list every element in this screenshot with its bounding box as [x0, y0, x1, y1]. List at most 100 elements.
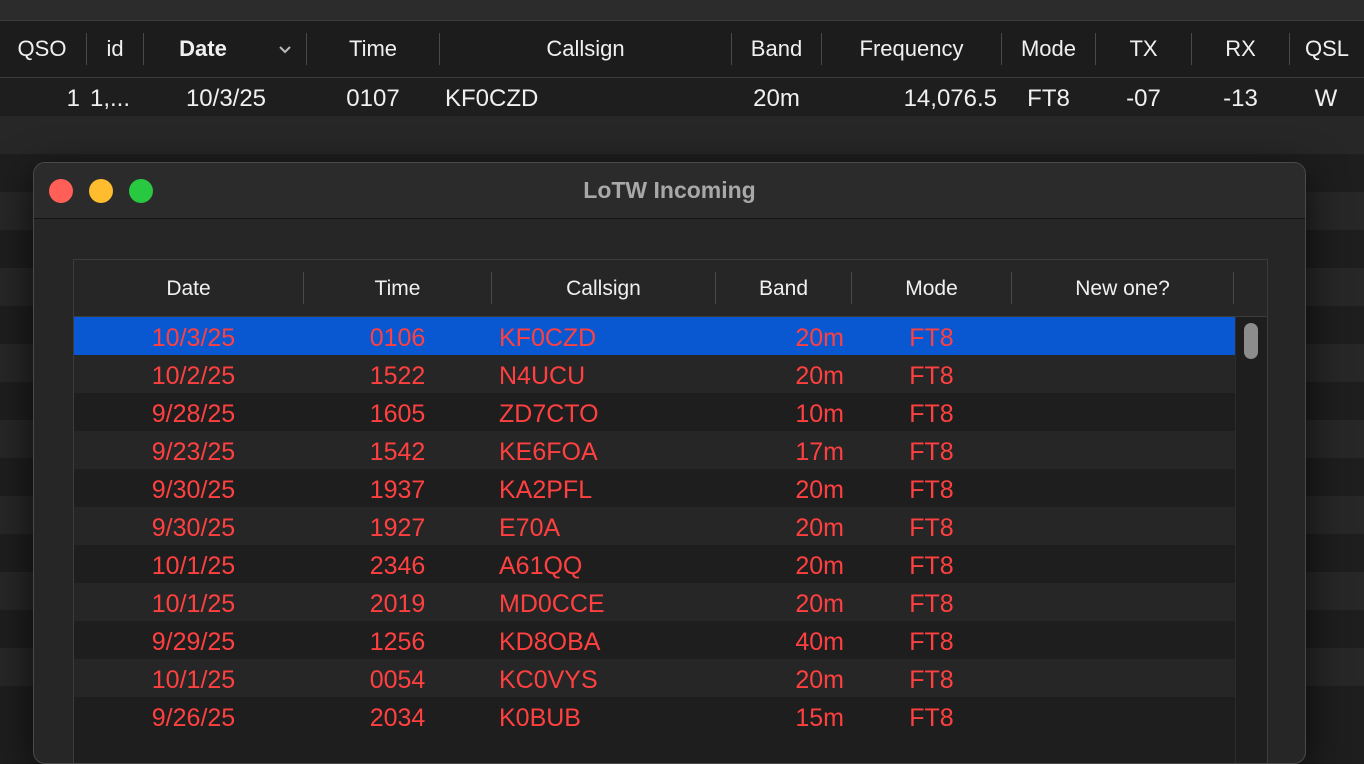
- cell-band: 20m: [795, 324, 844, 352]
- cell-new-one: [1012, 431, 1233, 469]
- log-col-qsl[interactable]: QSL: [1290, 21, 1364, 77]
- lotw-table: Date Time Callsign Band Mode New one? 10…: [73, 259, 1268, 763]
- cell-time: 1605: [369, 400, 426, 428]
- cell-band: 20m: [795, 666, 844, 694]
- cell-time: 2346: [369, 552, 426, 580]
- cell-mode: FT8: [909, 704, 954, 732]
- table-row[interactable]: 10/1/25 0054 KC0VYS 20m FT8: [74, 659, 1235, 697]
- cell-mode: FT8: [909, 628, 954, 656]
- cell-time: 1927: [369, 514, 426, 542]
- cell-new-one: [1012, 469, 1233, 507]
- zoom-window-icon[interactable]: [129, 179, 153, 203]
- log-col-band[interactable]: Band: [732, 21, 821, 77]
- cell-new-one: [1012, 621, 1233, 659]
- log-cell-date: 10/3/25: [185, 85, 267, 112]
- cell-time: 0054: [369, 666, 426, 694]
- cell-date: 9/30/25: [151, 476, 236, 504]
- log-col-callsign[interactable]: Callsign: [440, 21, 731, 77]
- table-row[interactable]: 10/1/25 2346 A61QQ 20m FT8: [74, 545, 1235, 583]
- cell-new-one: [1012, 317, 1233, 355]
- table-row[interactable]: 9/30/25 1937 KA2PFL 20m FT8: [74, 469, 1235, 507]
- log-cell-qsl: W: [1314, 85, 1338, 112]
- log-col-date[interactable]: Date: [144, 21, 262, 77]
- vertical-scrollbar[interactable]: [1235, 317, 1267, 763]
- cell-band: 20m: [795, 514, 844, 542]
- cell-date: 9/23/25: [151, 438, 236, 466]
- cell-callsign: MD0CCE: [499, 590, 605, 618]
- cell-mode: FT8: [909, 476, 954, 504]
- cell-date: 9/26/25: [151, 704, 236, 732]
- cell-callsign: KF0CZD: [499, 324, 597, 352]
- log-col-qso[interactable]: QSO: [0, 21, 84, 77]
- cell-date: 10/1/25: [151, 590, 236, 618]
- cell-new-one: [1012, 545, 1233, 583]
- lotw-col-date[interactable]: Date: [74, 260, 303, 316]
- cell-time: 1542: [369, 438, 426, 466]
- cell-date: 9/28/25: [151, 400, 236, 428]
- table-row[interactable]: 9/29/25 1256 KD8OBA 40m FT8: [74, 621, 1235, 659]
- table-row[interactable]: 10/2/25 1522 N4UCU 20m FT8: [74, 355, 1235, 393]
- log-table-row[interactable]: 1 1,... 10/3/25 0107 KF0CZD 20m 14,076.5…: [0, 78, 1364, 116]
- log-cell-callsign: KF0CZD: [445, 85, 539, 112]
- log-col-id[interactable]: id: [87, 21, 143, 77]
- cell-time: 0106: [369, 324, 426, 352]
- cell-mode: FT8: [909, 666, 954, 694]
- table-row[interactable]: 9/26/25 2034 K0BUB 15m FT8: [74, 697, 1235, 735]
- log-col-time[interactable]: Time: [307, 21, 439, 77]
- cell-callsign: ZD7CTO: [499, 400, 599, 428]
- cell-callsign: N4UCU: [499, 362, 586, 390]
- log-col-mode[interactable]: Mode: [1002, 21, 1095, 77]
- cell-date: 10/2/25: [151, 362, 236, 390]
- cell-callsign: KE6FOA: [499, 438, 598, 466]
- log-cell-band: 20m: [753, 85, 800, 112]
- lotw-col-mode[interactable]: Mode: [852, 260, 1011, 316]
- window-titlebar[interactable]: LoTW Incoming: [34, 163, 1305, 219]
- cell-band: 17m: [795, 438, 844, 466]
- cell-date: 10/3/25: [151, 324, 236, 352]
- lotw-table-header: Date Time Callsign Band Mode New one?: [74, 260, 1267, 317]
- cell-band: 20m: [795, 552, 844, 580]
- table-row[interactable]: 9/30/25 1927 E70A 20m FT8: [74, 507, 1235, 545]
- cell-callsign: KC0VYS: [499, 666, 598, 694]
- log-cell-id: 1,...: [90, 85, 131, 112]
- lotw-col-callsign[interactable]: Callsign: [492, 260, 715, 316]
- cell-mode: FT8: [909, 400, 954, 428]
- log-cell-rx: -13: [1223, 85, 1258, 112]
- scrollbar-thumb[interactable]: [1244, 323, 1258, 359]
- window-title: LoTW Incoming: [583, 177, 756, 203]
- cell-band: 20m: [795, 362, 844, 390]
- table-row[interactable]: 10/3/25 0106 KF0CZD 20m FT8: [74, 317, 1235, 355]
- cell-band: 15m: [795, 704, 844, 732]
- cell-mode: FT8: [909, 362, 954, 390]
- cell-new-one: [1012, 355, 1233, 393]
- log-col-frequency[interactable]: Frequency: [822, 21, 1001, 77]
- cell-date: 9/29/25: [151, 628, 236, 656]
- log-cell-time: 0107: [346, 85, 400, 112]
- column-divider[interactable]: [1233, 272, 1234, 304]
- lotw-col-time[interactable]: Time: [304, 260, 491, 316]
- log-table-header: QSO id Date Time Callsign Band Frequency…: [0, 21, 1364, 78]
- table-row[interactable]: 10/1/25 2019 MD0CCE 20m FT8: [74, 583, 1235, 621]
- lotw-col-new-one[interactable]: New one?: [1012, 260, 1233, 316]
- cell-new-one: [1012, 583, 1233, 621]
- cell-mode: FT8: [909, 552, 954, 580]
- cell-date: 10/1/25: [151, 666, 236, 694]
- cell-new-one: [1012, 697, 1233, 735]
- table-row[interactable]: 9/28/25 1605 ZD7CTO 10m FT8: [74, 393, 1235, 431]
- cell-new-one: [1012, 507, 1233, 545]
- chevron-down-icon[interactable]: [278, 45, 292, 55]
- log-toolbar: [0, 0, 1364, 21]
- cell-callsign: KA2PFL: [499, 476, 593, 504]
- log-cell-qso: 1: [66, 85, 80, 112]
- lotw-col-band[interactable]: Band: [716, 260, 851, 316]
- log-col-rx[interactable]: RX: [1192, 21, 1289, 77]
- log-cell-mode: FT8: [1027, 85, 1070, 112]
- lotw-incoming-window: LoTW Incoming Date Time Callsign Band Mo…: [33, 162, 1306, 764]
- minimize-window-icon[interactable]: [89, 179, 113, 203]
- table-row[interactable]: 9/23/25 1542 KE6FOA 17m FT8: [74, 431, 1235, 469]
- cell-mode: FT8: [909, 324, 954, 352]
- close-window-icon[interactable]: [49, 179, 73, 203]
- cell-mode: FT8: [909, 514, 954, 542]
- log-col-tx[interactable]: TX: [1096, 21, 1191, 77]
- cell-mode: FT8: [909, 590, 954, 618]
